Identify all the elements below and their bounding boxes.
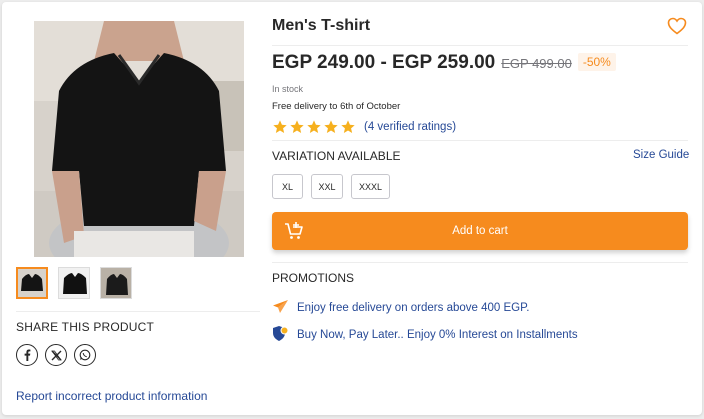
x-icon[interactable] <box>45 344 67 366</box>
facebook-icon[interactable] <box>16 344 38 366</box>
report-link[interactable]: Report incorrect product information <box>16 389 207 403</box>
star-icon <box>290 120 304 133</box>
delivery-info: Free delivery to 6th of October <box>272 101 401 112</box>
size-option-xxxl[interactable]: XXXL <box>351 174 390 199</box>
thumbnail-1[interactable] <box>16 267 48 299</box>
thumbnail-list <box>16 267 132 299</box>
thumbnail-3[interactable] <box>100 267 132 299</box>
divider <box>16 311 260 312</box>
divider <box>272 45 688 46</box>
promo-free-delivery[interactable]: Enjoy free delivery on orders above 400 … <box>272 299 529 317</box>
thumbnail-2[interactable] <box>58 267 90 299</box>
discount-badge: -50% <box>577 53 616 71</box>
size-option-xxl[interactable]: XXL <box>311 174 343 199</box>
rating-row: (4 verified ratings) <box>272 119 456 135</box>
add-to-cart-label: Add to cart <box>452 225 508 237</box>
promo-installments[interactable]: Buy Now, Pay Later.. Enjoy 0% Interest o… <box>272 325 578 345</box>
star-rating <box>272 119 356 135</box>
divider <box>272 262 688 263</box>
star-icon <box>324 120 338 133</box>
promo-text: Buy Now, Pay Later.. Enjoy 0% Interest o… <box>297 329 578 341</box>
share-title: SHARE THIS PRODUCT <box>16 320 155 334</box>
size-guide-link[interactable]: Size Guide <box>633 149 689 161</box>
heart-icon[interactable] <box>667 17 687 35</box>
ratings-link[interactable]: (4 verified ratings) <box>364 121 456 133</box>
product-main-image[interactable] <box>34 21 244 257</box>
star-icon <box>307 120 321 133</box>
promo-text: Enjoy free delivery on orders above 400 … <box>297 302 530 314</box>
divider <box>272 140 688 141</box>
product-title: Men's T-shirt <box>272 17 371 34</box>
share-icons <box>16 344 96 366</box>
star-icon <box>341 120 355 133</box>
cart-plus-icon <box>284 221 304 244</box>
product-card: SHARE THIS PRODUCT Report incorrect prod… <box>2 2 702 415</box>
star-icon <box>273 120 287 133</box>
variation-title: VARIATION AVAILABLE <box>272 149 401 163</box>
whatsapp-icon[interactable] <box>74 344 96 366</box>
size-options: XL XXL XXXL <box>272 174 390 199</box>
shield-icon <box>272 325 289 345</box>
add-to-cart-button[interactable]: Add to cart <box>272 212 688 250</box>
price: EGP 249.00 - EGP 259.00 <box>272 52 496 73</box>
promotions-title: PROMOTIONS <box>272 271 355 285</box>
old-price: EGP 499.00 <box>501 56 572 71</box>
price-row: EGP 249.00 - EGP 259.00 EGP 499.00 -50% <box>272 52 616 74</box>
stock-status: In stock <box>272 84 304 94</box>
paper-plane-icon <box>272 299 289 317</box>
size-option-xl[interactable]: XL <box>272 174 303 199</box>
